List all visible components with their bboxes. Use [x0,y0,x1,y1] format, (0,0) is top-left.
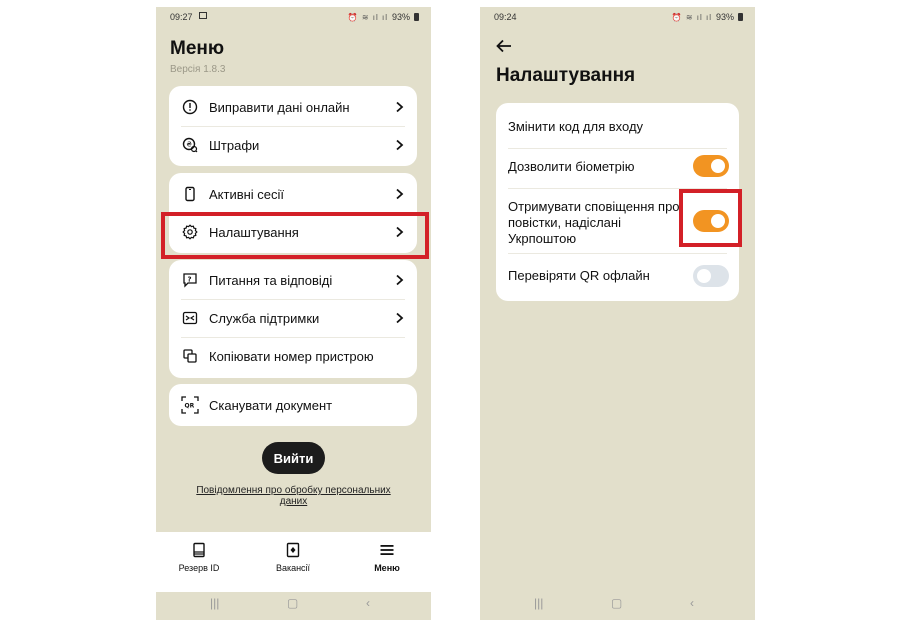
gallery-icon [199,12,207,19]
menu-item-label: Питання та відповіді [209,272,333,288]
recent-apps-icon[interactable]: ||| [210,596,219,610]
battery-icon [738,13,743,21]
menu-item-fines[interactable]: ₴ Штрафи [181,126,405,164]
nav-menu[interactable]: Меню [352,542,422,573]
fine-coin-icon: ₴ [181,136,199,154]
menu-item-support[interactable]: Служба підтримки [181,299,405,337]
signal-icons: ⏰ ≋ ıl ıl [671,12,712,22]
bottom-navigation: Резерв ID Вакансії Меню [156,532,431,592]
back-arrow-icon[interactable] [496,39,512,53]
settings-screen: 09:24 ⏰ ≋ ıl ıl 93% Налаштування Змінити… [480,7,755,620]
copy-icon [181,347,199,365]
svg-text:QR: QR [185,403,195,410]
menu-item-label: Виправити дані онлайн [209,99,350,115]
menu-group-1: Виправити дані онлайн ₴ Штрафи [169,86,417,166]
highlight-settings [161,212,429,259]
menu-item-label: Копіювати номер пристрою [209,348,374,364]
status-bar: 09:24 ⏰ ≋ ıl ıl 93% [480,7,755,27]
vacancy-icon [286,542,300,558]
menu-group-3: ? Питання та відповіді Служба підтримки … [169,260,417,378]
logout-button[interactable]: Вийти [262,442,325,474]
recent-apps-icon[interactable]: ||| [534,596,543,610]
menu-item-active-sessions[interactable]: Активні сесії [181,175,405,213]
support-icon [181,309,199,327]
status-time: 09:27 [170,12,193,22]
setting-qr-offline-label: Перевіряти QR офлайн [508,268,650,283]
battery-level: 93% [391,12,410,22]
page-title: Налаштування [496,65,636,86]
home-icon[interactable]: ▢ [287,596,298,610]
menu-item-label: Активні сесії [209,186,285,202]
battery-level: 93% [715,12,734,22]
menu-icon [380,545,394,555]
home-icon[interactable]: ▢ [611,596,622,610]
status-time: 09:24 [494,12,517,22]
menu-item-label: Сканувати документ [209,397,333,413]
menu-group-4: QR Сканувати документ [169,384,417,426]
nav-label: Меню [374,563,400,573]
chevron-right-icon [396,312,404,324]
highlight-notifications-toggle [679,189,742,247]
biometrics-toggle[interactable] [693,155,729,177]
menu-item-label: Штрафи [209,137,260,153]
qr-scan-icon: QR [181,396,199,414]
app-version: Версія 1.8.3 [170,64,226,75]
back-icon[interactable]: ‹ [690,596,694,610]
alert-circle-icon [181,98,199,116]
nav-reserv-id[interactable]: Резерв ID [164,542,234,573]
menu-item-fix-data[interactable]: Виправити дані онлайн [181,88,405,126]
nav-vacancies[interactable]: Вакансії [258,542,328,573]
qr-offline-toggle[interactable] [693,265,729,287]
system-navigation: ||| ▢ ‹ [480,592,755,620]
chevron-right-icon [396,274,404,286]
id-card-icon [193,542,205,558]
chevron-right-icon [396,139,404,151]
phone-device-icon [181,185,199,203]
menu-item-faq[interactable]: ? Питання та відповіді [181,261,405,299]
setting-change-login-code[interactable]: Змінити код для входу [508,119,679,135]
menu-item-label: Служба підтримки [209,310,320,326]
page-title: Меню [170,38,225,59]
chevron-right-icon [396,101,404,113]
status-bar: 09:27 ⏰ ≋ ıl ıl 93% [156,7,431,27]
menu-item-scan-document[interactable]: QR Сканувати документ [181,386,405,424]
chevron-right-icon [396,188,404,200]
menu-screen: 09:27 ⏰ ≋ ıl ıl 93% Меню Версія 1.8.3 Ви… [156,7,431,620]
svg-text:?: ? [188,276,192,284]
question-bubble-icon: ? [181,271,199,289]
back-icon[interactable]: ‹ [366,596,370,610]
setting-biometrics-label: Дозволити біометрію [508,159,635,174]
setting-notifications-label: Отримувати сповіщення про повістки, наді… [508,199,680,246]
nav-label: Вакансії [275,563,311,573]
signal-icons: ⏰ ≋ ıl ıl [347,12,388,22]
menu-item-copy-device-number[interactable]: Копіювати номер пристрою [181,337,405,375]
nav-label: Резерв ID [178,563,220,573]
system-navigation: ||| ▢ ‹ [156,592,431,620]
privacy-notice-link[interactable]: Повідомлення про обробку персональних да… [196,485,391,507]
battery-icon [414,13,419,21]
